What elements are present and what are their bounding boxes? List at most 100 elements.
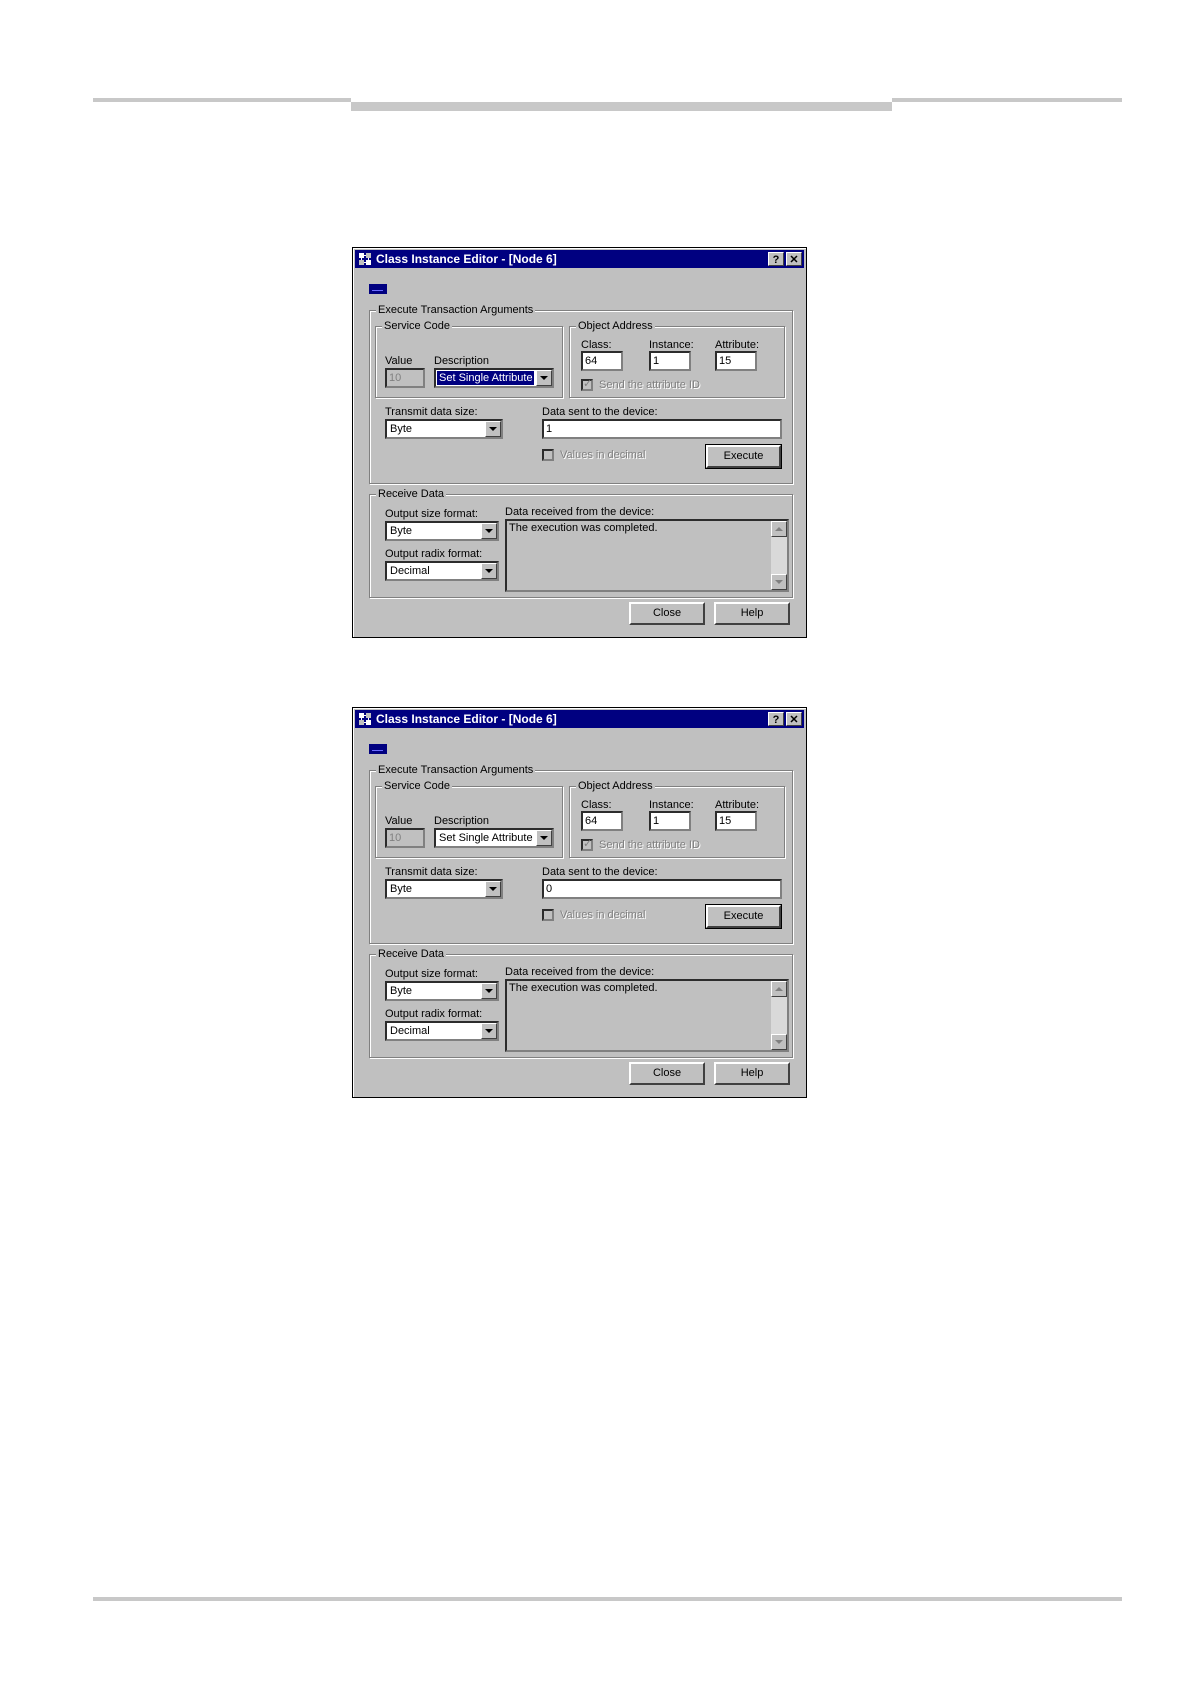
data-sent-field[interactable]: 1: [542, 419, 782, 439]
data-received-textarea[interactable]: The execution was completed.: [505, 519, 789, 592]
transmit-size-label: Transmit data size:: [385, 866, 478, 878]
transmit-size-value: Byte: [390, 883, 413, 895]
dialog-titlebar[interactable]: Class Instance Editor - [Node 6] ? ✕: [355, 710, 804, 728]
output-radix-select[interactable]: Decimal: [385, 561, 499, 581]
receive-data-label: Receive Data: [376, 947, 447, 961]
help-button-label: Help: [740, 607, 764, 619]
chevron-down-icon[interactable]: [481, 563, 497, 579]
vertical-scrollbar[interactable]: [771, 981, 787, 1050]
data-sent-label: Data sent to the device:: [542, 406, 658, 418]
dialog-titlebar[interactable]: Class Instance Editor - [Node 6] ? ✕: [355, 250, 804, 268]
transmit-size-select[interactable]: Byte: [385, 879, 503, 899]
output-size-value: Byte: [390, 985, 413, 997]
service-code-label: Service Code: [382, 779, 453, 793]
service-code-label: Service Code: [382, 319, 453, 333]
output-size-value: Byte: [390, 525, 413, 537]
receive-data-label: Receive Data: [376, 487, 447, 501]
output-radix-value: Decimal: [390, 1025, 430, 1037]
class-field[interactable]: 64: [581, 351, 623, 371]
header-rule-right: [892, 98, 1122, 102]
output-radix-value: Decimal: [390, 565, 430, 577]
chevron-down-icon[interactable]: [536, 370, 552, 386]
chevron-down-icon[interactable]: [536, 830, 552, 846]
instance-field[interactable]: 1: [649, 811, 691, 831]
close-title-button[interactable]: ✕: [786, 252, 802, 266]
vertical-scrollbar[interactable]: [771, 521, 787, 590]
output-radix-label: Output radix format:: [385, 1008, 483, 1020]
description-label: Description: [434, 355, 490, 367]
output-size-label: Output size format:: [385, 508, 478, 520]
close-icon: ✕: [789, 254, 799, 266]
device-icon: [369, 284, 387, 294]
transmit-size-label: Transmit data size:: [385, 406, 478, 418]
send-attribute-id-label: Send the attribute ID: [599, 839, 700, 851]
dialog-title: Class Instance Editor - [Node 6]: [376, 712, 557, 726]
attribute-field[interactable]: 15: [715, 811, 757, 831]
values-decimal-label: Values in decimal: [560, 909, 646, 921]
data-received-text: The execution was completed.: [509, 522, 658, 534]
help-title-button[interactable]: ?: [768, 252, 784, 266]
class-field[interactable]: 64: [581, 811, 623, 831]
object-address-label: Object Address: [576, 779, 655, 793]
close-button[interactable]: Close: [629, 1062, 705, 1085]
output-radix-select[interactable]: Decimal: [385, 1021, 499, 1041]
data-received-text: The execution was completed.: [509, 982, 658, 994]
send-attribute-id-checkbox[interactable]: [581, 377, 593, 391]
data-received-label: Data received from the device:: [505, 506, 655, 518]
instance-field[interactable]: 1: [649, 351, 691, 371]
data-received-label: Data received from the device:: [505, 966, 655, 978]
chevron-down-icon[interactable]: [485, 881, 501, 897]
close-button[interactable]: Close: [629, 602, 705, 625]
class-instance-editor-dialog-1: Class Instance Editor - [Node 6] ? ✕ Exe…: [352, 247, 807, 638]
send-attribute-id-label: Send the attribute ID: [599, 379, 700, 391]
description-select[interactable]: Set Single Attribute: [434, 828, 554, 848]
header-rule-left: [93, 98, 351, 102]
chevron-down-icon[interactable]: [481, 1023, 497, 1039]
description-select[interactable]: Set Single Attribute: [434, 368, 554, 388]
help-button[interactable]: Help: [714, 1062, 790, 1085]
close-title-button[interactable]: ✕: [786, 712, 802, 726]
dialog-title: Class Instance Editor - [Node 6]: [376, 252, 557, 266]
values-decimal-label: Values in decimal: [560, 449, 646, 461]
output-radix-label: Output radix format:: [385, 548, 483, 560]
attribute-field[interactable]: 15: [715, 351, 757, 371]
data-sent-label: Data sent to the device:: [542, 866, 658, 878]
chevron-down-icon[interactable]: [481, 983, 497, 999]
class-instance-editor-dialog-2: Class Instance Editor - [Node 6] ? ✕ Exe…: [352, 707, 807, 1098]
help-button-label: Help: [740, 1067, 764, 1079]
chevron-down-icon[interactable]: [485, 421, 501, 437]
execute-button[interactable]: Execute: [705, 904, 782, 929]
footer-rule: [93, 1597, 1122, 1601]
description-value: Set Single Attribute: [437, 371, 534, 385]
scroll-down-icon[interactable]: [771, 574, 787, 590]
value-label: Value: [385, 355, 413, 367]
chevron-down-icon[interactable]: [481, 523, 497, 539]
close-button-label: Close: [652, 607, 682, 619]
service-value-field: 10: [385, 828, 425, 848]
scroll-down-icon[interactable]: [771, 1034, 787, 1050]
transmit-size-select[interactable]: Byte: [385, 419, 503, 439]
description-value: Set Single Attribute: [439, 832, 533, 844]
value-label: Value: [385, 815, 413, 827]
execute-transaction-label: Execute Transaction Arguments: [376, 763, 536, 777]
help-title-button[interactable]: ?: [768, 712, 784, 726]
send-attribute-id-checkbox[interactable]: [581, 837, 593, 851]
scroll-up-icon[interactable]: [771, 981, 787, 997]
network-app-icon: [359, 713, 371, 725]
execute-button[interactable]: Execute: [705, 444, 782, 469]
close-icon: ✕: [789, 714, 799, 726]
data-received-textarea[interactable]: The execution was completed.: [505, 979, 789, 1052]
device-icon: [369, 744, 387, 754]
output-size-select[interactable]: Byte: [385, 981, 499, 1001]
values-decimal-checkbox[interactable]: [542, 449, 554, 461]
output-size-label: Output size format:: [385, 968, 478, 980]
scroll-up-icon[interactable]: [771, 521, 787, 537]
output-size-select[interactable]: Byte: [385, 521, 499, 541]
execute-transaction-label: Execute Transaction Arguments: [376, 303, 536, 317]
data-sent-field[interactable]: 0: [542, 879, 782, 899]
network-app-icon: [359, 253, 371, 265]
help-button[interactable]: Help: [714, 602, 790, 625]
header-rule-center: [351, 102, 892, 111]
values-decimal-checkbox[interactable]: [542, 909, 554, 921]
transmit-size-value: Byte: [390, 423, 413, 435]
